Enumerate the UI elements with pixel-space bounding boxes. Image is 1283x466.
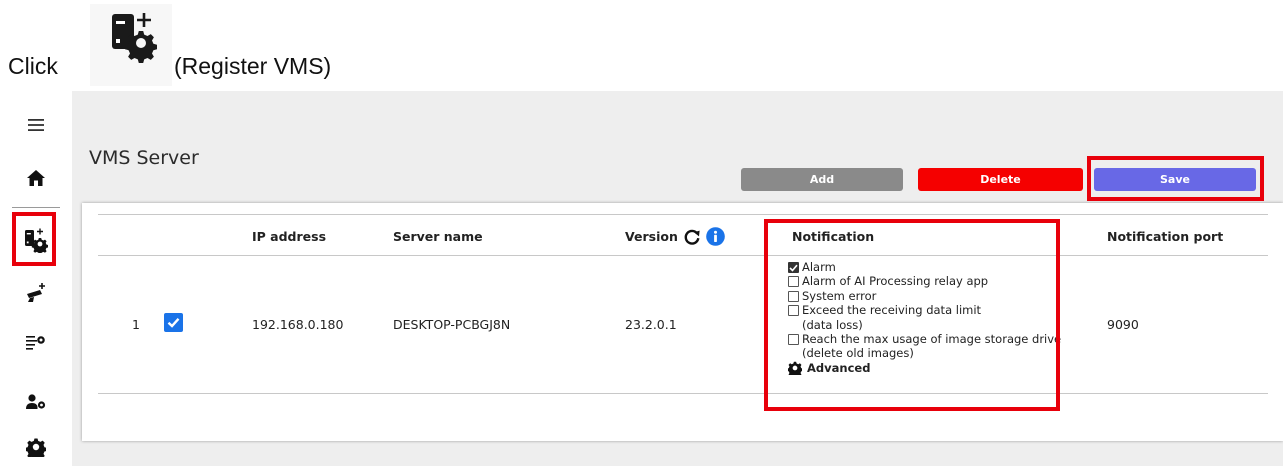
notification-label-detail: (data loss): [802, 317, 863, 332]
vms-app: VMS Server Add Delete Save IP address Se…: [0, 91, 1283, 466]
sidebar-item-menu[interactable]: [14, 105, 58, 145]
gear-icon: [26, 438, 46, 457]
notification-label: Exceed the receiving data limit: [802, 303, 982, 318]
vms-server-table: IP address Server name Version Notificat…: [82, 203, 1283, 441]
table-top-divider: [98, 214, 1268, 215]
register-vms-icon: [25, 228, 48, 253]
row-index: 1: [132, 317, 140, 332]
sidebar-item-list-settings[interactable]: [14, 324, 58, 364]
page-title: VMS Server: [89, 147, 199, 169]
hamburger-icon: [28, 119, 44, 131]
notification-label: Alarm of AI Processing relay app: [802, 274, 989, 289]
notification-checkbox[interactable]: [788, 276, 799, 288]
home-icon: [27, 170, 45, 186]
cell-version: 23.2.0.1: [625, 317, 677, 332]
advanced-label: Advanced: [807, 360, 871, 375]
cell-server-name: DESKTOP-PCBGJ8N: [393, 317, 511, 332]
column-notification-port: Notification port: [1107, 229, 1224, 244]
notification-label-detail: (delete old images): [802, 346, 914, 361]
notification-label: System error: [802, 288, 877, 303]
sidebar-item-user-settings[interactable]: [14, 382, 58, 422]
notification-option-storage-drive[interactable]: Reach the max usage of image storage dri…: [788, 332, 1068, 361]
notification-options: Alarm Alarm of AI Processing relay app S…: [788, 260, 1068, 376]
column-version-label: Version: [625, 229, 678, 244]
save-button[interactable]: Save: [1094, 168, 1256, 191]
notification-option-ai-relay[interactable]: Alarm of AI Processing relay app: [788, 274, 1068, 288]
caption-suffix: (Register VMS): [174, 53, 332, 79]
instruction-caption: Click (Register VMS): [8, 4, 608, 88]
refresh-icon[interactable]: [683, 228, 701, 246]
notification-option-data-limit[interactable]: Exceed the receiving data limit (data lo…: [788, 303, 1068, 332]
notification-option-alarm[interactable]: Alarm: [788, 260, 1068, 274]
add-button[interactable]: Add: [741, 168, 903, 191]
column-notification: Notification: [792, 229, 875, 244]
notification-label: Reach the max usage of image storage dri…: [802, 332, 1062, 347]
column-ip-address: IP address: [252, 229, 327, 244]
notification-checkbox[interactable]: [788, 290, 799, 302]
notification-label: Alarm: [802, 260, 836, 274]
notification-checkbox[interactable]: [788, 305, 799, 317]
camera-add-icon: [27, 283, 45, 302]
header-divider: [98, 255, 1268, 256]
notification-option-system-error[interactable]: System error: [788, 289, 1068, 303]
checkmark-icon: [789, 264, 798, 272]
user-settings-icon: [26, 394, 46, 409]
row-select-checkbox[interactable]: [164, 313, 183, 332]
info-icon[interactable]: [706, 227, 725, 246]
main-content: VMS Server Add Delete Save IP address Se…: [72, 91, 1283, 466]
list-settings-icon: [26, 336, 45, 350]
sidebar-item-register-vms[interactable]: [14, 220, 58, 260]
sidebar: [0, 91, 72, 466]
column-server-name: Server name: [393, 229, 483, 244]
column-version: Version: [625, 227, 725, 246]
sidebar-item-home[interactable]: [14, 158, 58, 198]
gear-icon: [788, 362, 802, 376]
notification-checkbox[interactable]: [788, 334, 799, 346]
checkmark-icon: [167, 317, 180, 328]
register-vms-icon: [90, 4, 172, 86]
notification-checkbox[interactable]: [788, 262, 799, 273]
sidebar-divider: [12, 207, 60, 208]
cell-ip-address: 192.168.0.180: [252, 317, 344, 332]
table-bottom-divider: [98, 393, 1268, 394]
advanced-link[interactable]: Advanced: [788, 361, 1068, 376]
cell-notification-port: 9090: [1107, 317, 1139, 332]
caption-prefix: Click: [8, 53, 58, 79]
delete-button[interactable]: Delete: [918, 168, 1083, 191]
sidebar-item-cameras[interactable]: [14, 273, 58, 313]
sidebar-item-settings[interactable]: [14, 427, 58, 466]
